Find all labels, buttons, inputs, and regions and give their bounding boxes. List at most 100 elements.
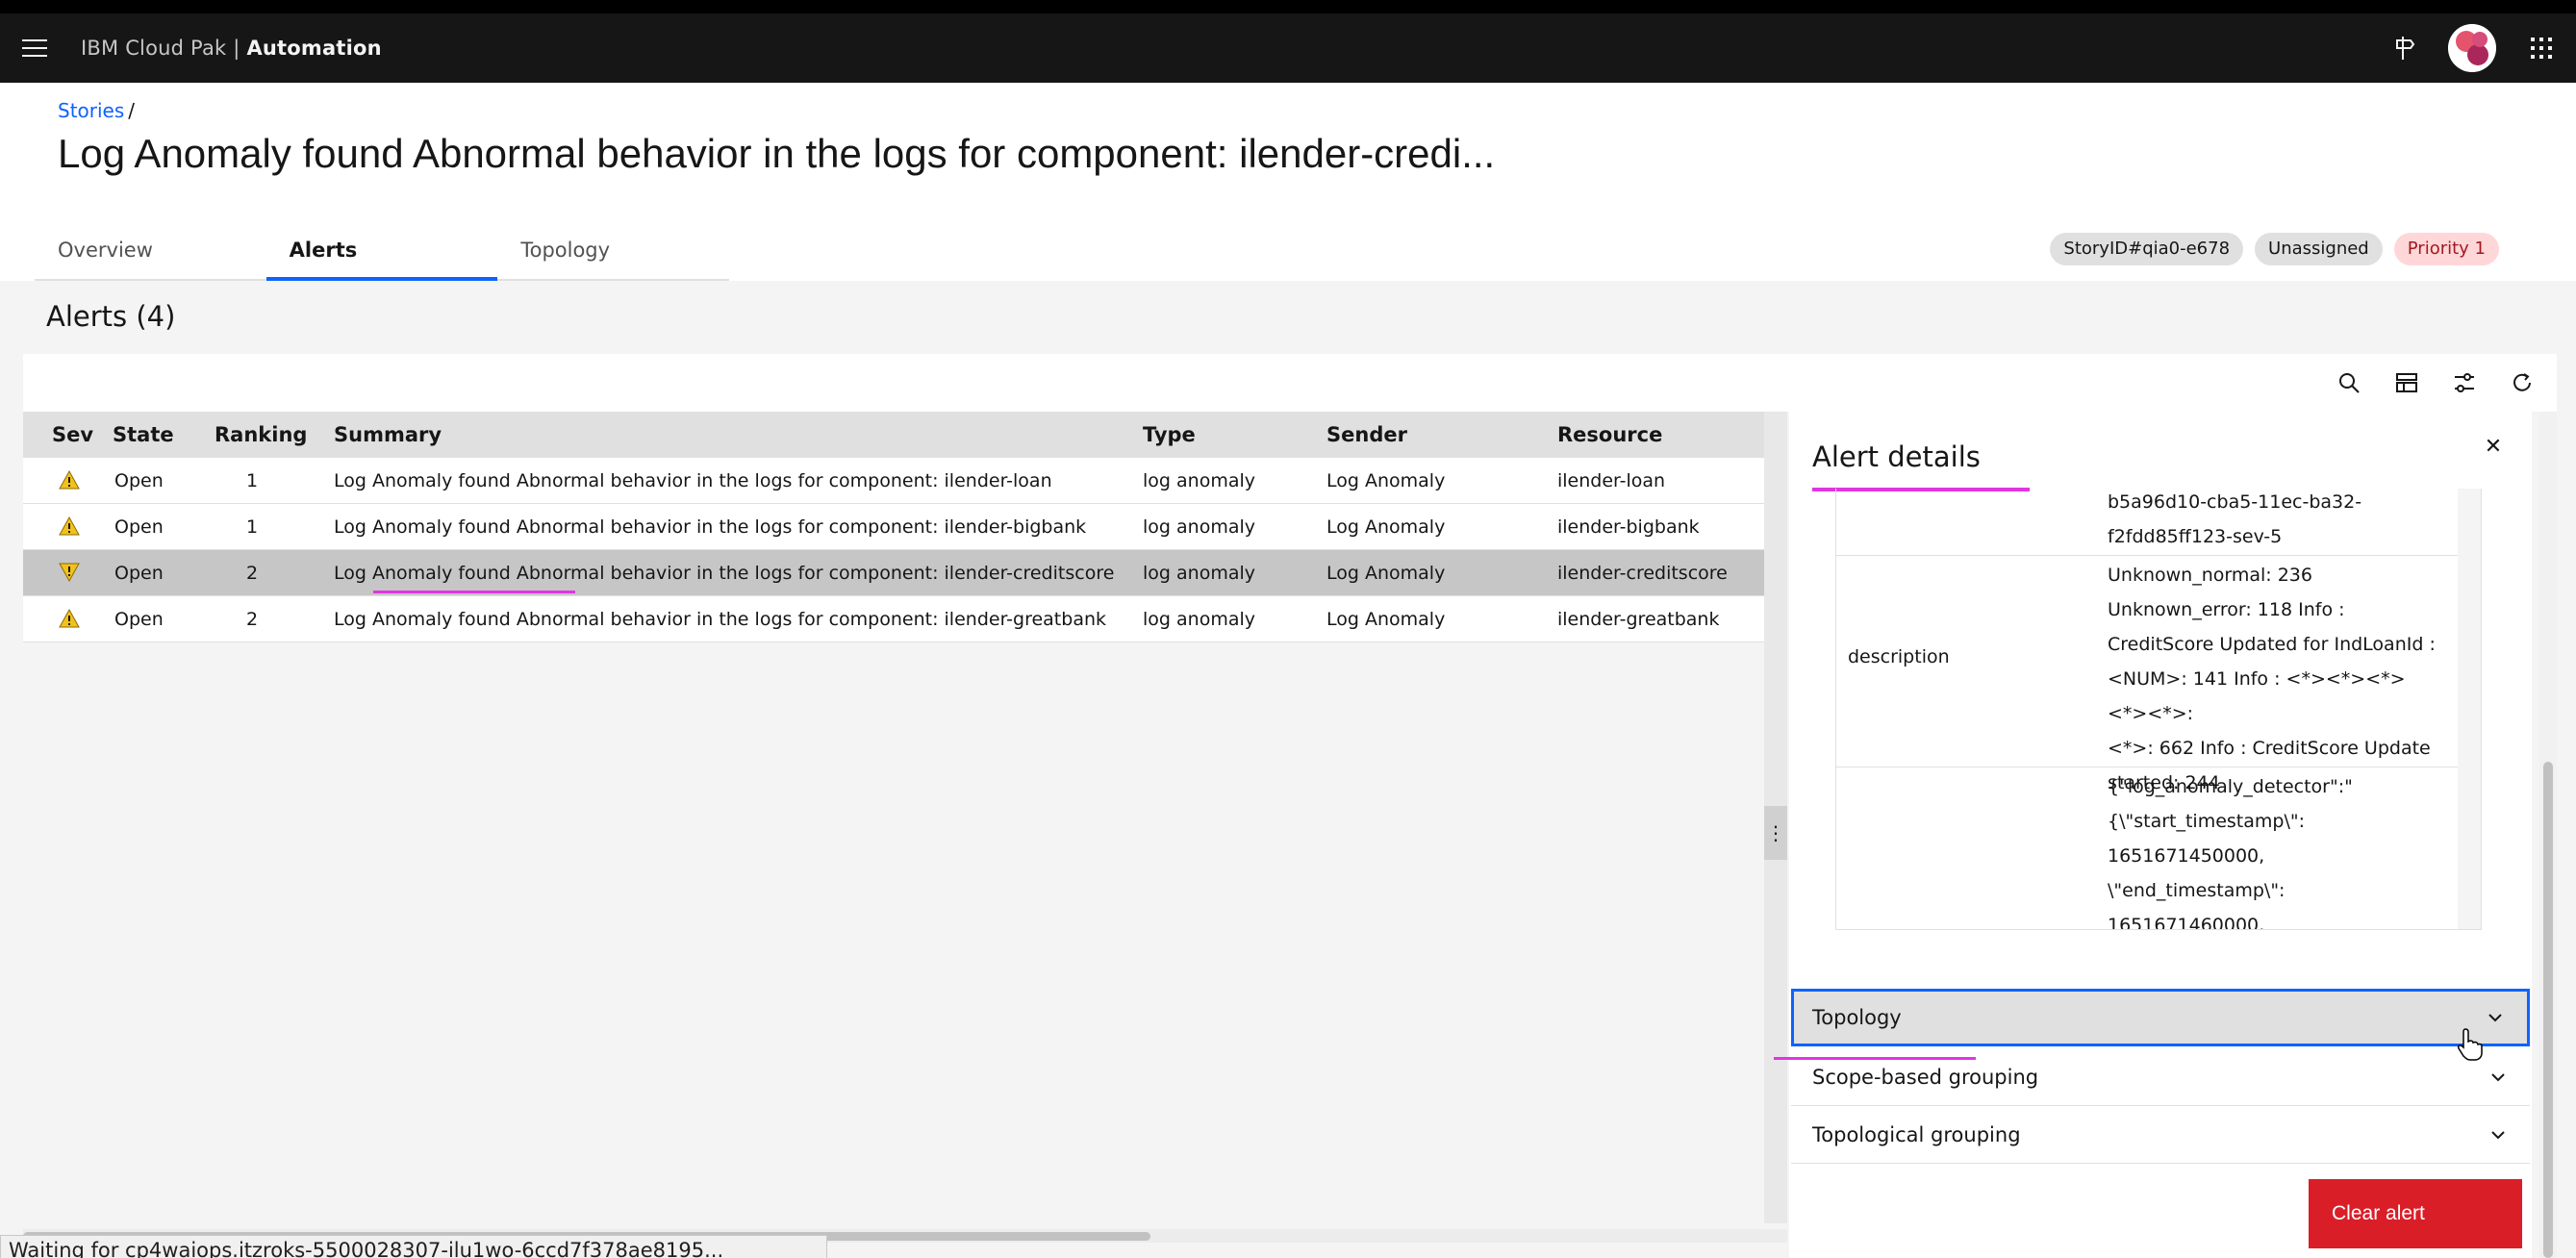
properties-scrollbar[interactable] xyxy=(2458,489,2481,929)
browser-top-strip xyxy=(0,0,2576,13)
avatar xyxy=(2448,24,2496,72)
splitter-handle-icon[interactable]: ⋮ xyxy=(1764,806,1787,860)
annotation-underline xyxy=(373,591,575,593)
col-summary[interactable]: Summary xyxy=(334,412,442,458)
property-row: b5a96d10-cba5-11ec-ba32- f2fdd85ff123-se… xyxy=(1836,489,2458,556)
col-sender[interactable]: Sender xyxy=(1326,412,1407,458)
table-row-selected[interactable]: Open 2 Log Anomaly found Abnormal behavi… xyxy=(23,550,1787,596)
cell-sender: Log Anomaly xyxy=(1326,609,1446,630)
accordion-label: Topological grouping xyxy=(1812,1123,2021,1146)
story-tags: StoryID#qia0-e678 Unassigned Priority 1 xyxy=(2050,233,2499,265)
cell-ranking: 1 xyxy=(246,470,259,491)
breadcrumb: Stories / xyxy=(58,99,135,122)
cell-state: Open xyxy=(114,470,164,491)
table-row[interactable]: Open 2 Log Anomaly found Abnormal behavi… xyxy=(23,596,1787,642)
col-ranking[interactable]: Ranking xyxy=(215,412,307,458)
chevron-down-icon xyxy=(2491,1130,2505,1139)
user-avatar[interactable] xyxy=(2437,13,2507,83)
annotation-underline xyxy=(1774,1057,1976,1060)
cell-type: log anomaly xyxy=(1143,609,1255,630)
panel-scrollbar-thumb[interactable] xyxy=(2543,762,2553,1258)
tab-alerts[interactable]: Alerts xyxy=(265,231,498,281)
alerts-toolbar xyxy=(23,354,2557,412)
cell-state: Open xyxy=(114,609,164,630)
breadcrumb-stories-link[interactable]: Stories xyxy=(58,99,124,122)
col-resource[interactable]: Resource xyxy=(1557,412,1662,458)
minor-severity-icon xyxy=(59,563,80,583)
product-name[interactable]: IBM Cloud Pak | Automation xyxy=(81,37,382,60)
priority-tag: Priority 1 xyxy=(2393,233,2499,265)
page-title: Log Anomaly found Abnormal behavior in t… xyxy=(58,131,1496,176)
pin-icon[interactable] xyxy=(2368,13,2437,83)
property-value: Unknown_normal: 236 Unknown_error: 118 I… xyxy=(2108,558,2444,800)
value-line: 1651671450000, xyxy=(2108,845,2265,867)
value-line: {"log_anomaly_detector":" xyxy=(2108,776,2353,797)
cell-type: log anomaly xyxy=(1143,516,1255,538)
col-type[interactable]: Type xyxy=(1143,412,1196,458)
property-value: b5a96d10-cba5-11ec-ba32- f2fdd85ff123-se… xyxy=(2108,489,2444,554)
value-line: b5a96d10-cba5-11ec-ba32- xyxy=(2108,491,2362,513)
value-line: Unknown_error: 118 Info : xyxy=(2108,599,2345,620)
accordion-topology[interactable]: Topology xyxy=(1791,989,2530,1046)
accordion-label: Scope-based grouping xyxy=(1812,1066,2039,1089)
property-row: {"log_anomaly_detector":" {\"start_times… xyxy=(1836,767,2458,930)
property-key: description xyxy=(1848,646,1950,667)
cell-sender: Log Anomaly xyxy=(1326,563,1446,584)
hamburger-menu-icon[interactable] xyxy=(0,13,69,83)
close-icon[interactable]: ✕ xyxy=(2478,431,2509,462)
detail-properties-table: b5a96d10-cba5-11ec-ba32- f2fdd85ff123-se… xyxy=(1835,489,2482,930)
story-id-tag: StoryID#qia0-e678 xyxy=(2050,233,2244,265)
cell-summary: Log Anomaly found Abnormal behavior in t… xyxy=(334,563,1115,584)
hand-cursor-icon xyxy=(2457,1028,2483,1061)
owner-tag[interactable]: Unassigned xyxy=(2255,233,2383,265)
column-view-icon[interactable] xyxy=(2378,354,2436,412)
tab-topology[interactable]: Topology xyxy=(497,231,729,281)
search-icon[interactable] xyxy=(2320,354,2378,412)
brand-product: Automation xyxy=(246,37,382,60)
app-switcher-icon[interactable] xyxy=(2507,13,2576,83)
cell-summary: Log Anomaly found Abnormal behavior in t… xyxy=(334,609,1107,630)
cell-resource: ilender-greatbank xyxy=(1557,609,1720,630)
alert-details-panel: Alert details ✕ b5a96d10-cba5-11ec-ba32-… xyxy=(1789,412,2532,1258)
property-value: {"log_anomaly_detector":" {\"start_times… xyxy=(2108,769,2444,930)
tab-overview[interactable]: Overview xyxy=(35,231,266,281)
clear-alert-button[interactable]: Clear alert xyxy=(2309,1179,2522,1248)
panel-scrollbar[interactable] xyxy=(2539,412,2557,1258)
cell-summary: Log Anomaly found Abnormal behavior in t… xyxy=(334,470,1052,491)
col-state[interactable]: State xyxy=(113,412,174,458)
browser-status-bar: Waiting for cp4waiops.itzroks-5500028307… xyxy=(0,1235,827,1258)
cell-sender: Log Anomaly xyxy=(1326,516,1446,538)
alerts-heading: Alerts (4) xyxy=(46,300,176,333)
value-line: Unknown_normal: 236 xyxy=(2108,565,2312,586)
accordion-label: Topology xyxy=(1812,1006,1902,1029)
value-line: <NUM>: 141 Info : <*><*><*><*><*>: xyxy=(2108,668,2406,724)
value-line: \"end_timestamp\": xyxy=(2108,880,2286,901)
value-line: {\"start_timestamp\": xyxy=(2108,811,2306,832)
table-row[interactable]: Open 1 Log Anomaly found Abnormal behavi… xyxy=(23,504,1787,550)
chevron-down-icon xyxy=(2488,1014,2502,1022)
warning-icon xyxy=(59,469,80,490)
cell-resource: ilender-creditscore xyxy=(1557,563,1728,584)
story-tabs: Overview Alerts Topology xyxy=(35,231,729,281)
cell-ranking: 2 xyxy=(246,563,259,584)
warning-icon xyxy=(59,608,80,628)
table-header: Sev State Ranking Summary Type Sender Re… xyxy=(23,412,1787,458)
value-line: CreditScore Updated for IndLoanId : xyxy=(2108,634,2436,655)
value-line: 1651671460000, xyxy=(2108,915,2265,930)
property-row: description Unknown_normal: 236 Unknown_… xyxy=(1836,556,2458,793)
app-header: IBM Cloud Pak | Automation xyxy=(0,13,2576,83)
cell-resource: ilender-loan xyxy=(1557,470,1666,491)
refresh-icon[interactable] xyxy=(2493,354,2551,412)
table-row[interactable]: Open 1 Log Anomaly found Abnormal behavi… xyxy=(23,458,1787,504)
cell-resource: ilender-bigbank xyxy=(1557,516,1700,538)
cell-sender: Log Anomaly xyxy=(1326,470,1446,491)
cell-state: Open xyxy=(114,563,164,584)
value-line: f2fdd85ff123-sev-5 xyxy=(2108,526,2283,547)
cell-summary: Log Anomaly found Abnormal behavior in t… xyxy=(334,516,1087,538)
warning-icon xyxy=(59,516,80,536)
value-line: <*>: 662 Info : CreditScore Update xyxy=(2108,738,2431,759)
col-sev[interactable]: Sev xyxy=(52,412,93,458)
accordion-topological-grouping[interactable]: Topological grouping xyxy=(1791,1106,2530,1164)
filter-settings-icon[interactable] xyxy=(2436,354,2493,412)
brand-prefix: IBM Cloud Pak | xyxy=(81,37,247,60)
